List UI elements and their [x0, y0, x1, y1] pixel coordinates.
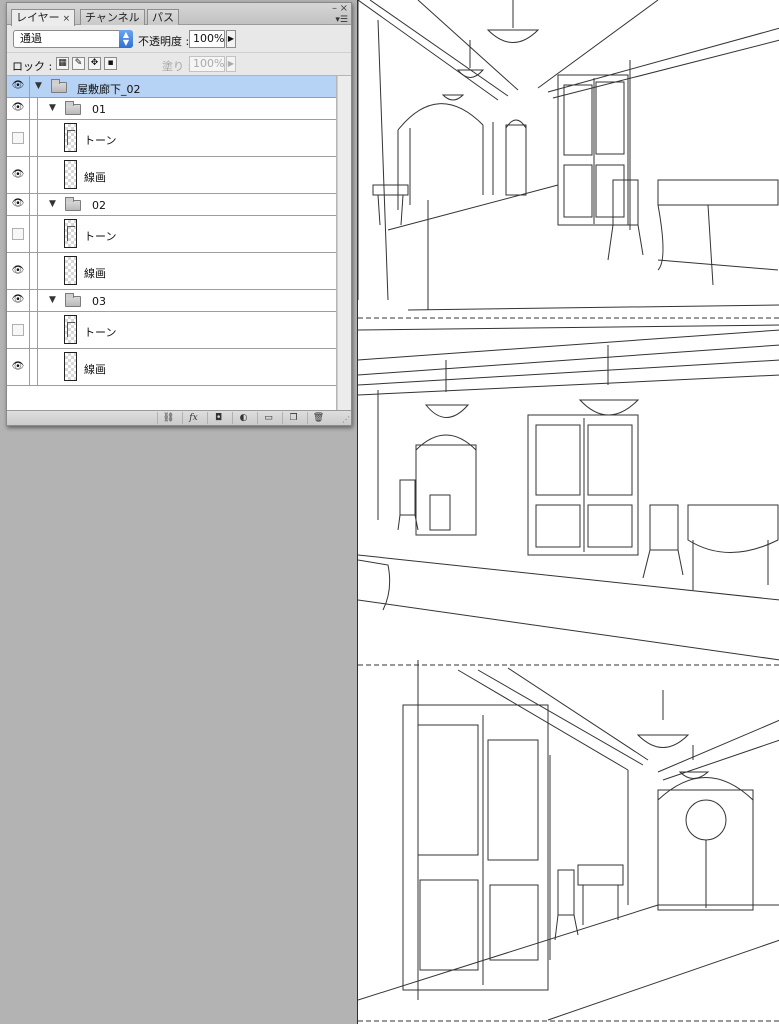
layer-name: 線画: [84, 267, 106, 280]
minimize-icon[interactable]: –: [332, 4, 337, 14]
expand-triangle-icon[interactable]: ▼: [35, 81, 42, 91]
layer-name: 線画: [84, 363, 106, 376]
expand-triangle-icon[interactable]: ▼: [49, 199, 56, 209]
chevron-updown-icon: ▲ ▼: [119, 30, 133, 48]
visibility-cell[interactable]: 👁: [7, 157, 30, 193]
layer-name: 線画: [84, 171, 106, 184]
panel-bottom-toolbar: ⛓ fx ◘ ◐ ▭ ❐ 🗑 ⋰: [7, 410, 351, 425]
visibility-cell[interactable]: 👁: [7, 349, 30, 385]
tab-paths-label: パス: [152, 11, 174, 24]
layer-list: 👁 ▼ 屋敷廊下_02 👁 ▼ 01 トーン 👁 線画 👁 ▼ 02 トーン 👁…: [7, 76, 337, 412]
document-canvas[interactable]: [357, 0, 779, 1024]
visibility-cell[interactable]: [7, 216, 30, 252]
layer-list-scrollbar[interactable]: [337, 76, 351, 412]
panel-menu-icon[interactable]: ▾☰: [335, 15, 348, 25]
fill-slider-arrow-icon[interactable]: ▶: [226, 56, 236, 72]
layer-thumbnail: [64, 352, 77, 381]
blend-mode-value: 通過: [20, 32, 42, 45]
layer-row-tone[interactable]: トーン: [7, 216, 336, 253]
lock-fill-row: ロック : ▦ ✎ ✥ ▪ 塗り : 100% ▶: [7, 53, 351, 76]
folder-icon: [65, 293, 81, 307]
folder-icon: [65, 197, 81, 211]
layer-thumbnail: [64, 256, 77, 285]
layer-name: トーン: [84, 230, 117, 243]
hidden-eye-icon[interactable]: [12, 324, 24, 336]
close-icon[interactable]: ×: [340, 4, 348, 14]
hallway-scene-2: [358, 329, 779, 661]
layer-row-tone[interactable]: トーン: [7, 120, 336, 157]
layer-row-group-03[interactable]: 👁 ▼ 03: [7, 290, 336, 312]
opacity-input[interactable]: 100%: [189, 30, 225, 48]
layer-row-lineart[interactable]: 👁 線画: [7, 349, 336, 386]
opacity-slider-arrow-icon[interactable]: ▶: [226, 30, 236, 48]
visibility-cell[interactable]: 👁: [7, 98, 30, 119]
new-layer-icon[interactable]: ❐: [282, 412, 304, 424]
eye-icon[interactable]: 👁: [11, 102, 25, 114]
folder-icon: [65, 101, 81, 115]
resize-grip-icon[interactable]: ⋰: [342, 415, 350, 424]
eye-icon[interactable]: 👁: [11, 361, 25, 373]
fx-icon[interactable]: fx: [182, 412, 204, 424]
layer-mask-icon[interactable]: ◘: [207, 412, 229, 424]
expand-triangle-icon[interactable]: ▼: [49, 295, 56, 305]
tab-channels[interactable]: チャンネル: [80, 9, 145, 25]
hidden-eye-icon[interactable]: [12, 132, 24, 144]
layer-name: 02: [92, 199, 106, 212]
visibility-cell[interactable]: 👁: [7, 194, 30, 215]
layer-row-tone[interactable]: トーン: [7, 312, 336, 349]
opacity-label: 不透明度 :: [138, 35, 190, 48]
layer-name: 03: [92, 295, 106, 308]
trash-icon[interactable]: 🗑: [307, 412, 329, 424]
lock-brush-icon[interactable]: ✎: [72, 57, 85, 70]
layer-name: 01: [92, 103, 106, 116]
lock-all-icon[interactable]: ▪: [104, 57, 117, 70]
tab-paths[interactable]: パス: [147, 9, 179, 25]
visibility-cell[interactable]: 👁: [7, 290, 30, 311]
fill-label: 塗り :: [162, 60, 192, 73]
adjustment-layer-icon[interactable]: ◐: [232, 412, 254, 424]
layer-thumbnail: [64, 219, 77, 248]
panel-tab-bar: レイヤー × チャンネル パス – × ▾☰: [7, 3, 351, 26]
layer-row-lineart[interactable]: 👁 線画: [7, 253, 336, 290]
lineart-drawing: [358, 0, 779, 1022]
tab-layers-label: レイヤー: [16, 11, 60, 24]
eye-icon[interactable]: 👁: [11, 80, 25, 92]
hallway-scene-1: [358, 0, 779, 311]
layers-panel: レイヤー × チャンネル パス – × ▾☰ 通過 ▲ ▼ 不透明度 : 100% …: [6, 2, 352, 426]
blend-mode-select[interactable]: 通過 ▲ ▼: [13, 30, 133, 48]
tab-layers[interactable]: レイヤー ×: [11, 9, 76, 26]
layer-thumbnail: [64, 123, 77, 152]
eye-icon[interactable]: 👁: [11, 198, 25, 210]
layer-row-group-01[interactable]: 👁 ▼ 01: [7, 98, 336, 120]
lock-move-icon[interactable]: ✥: [88, 57, 101, 70]
layer-row-root-group[interactable]: 👁 ▼ 屋敷廊下_02: [7, 76, 336, 98]
fill-input[interactable]: 100%: [189, 56, 225, 72]
folder-icon: [51, 79, 67, 93]
layer-name: 屋敷廊下_02: [77, 83, 141, 96]
visibility-cell[interactable]: [7, 120, 30, 156]
eye-icon[interactable]: 👁: [11, 265, 25, 277]
layer-thumbnail: [64, 160, 77, 189]
new-group-icon[interactable]: ▭: [257, 412, 279, 424]
visibility-cell[interactable]: [7, 312, 30, 348]
visibility-cell[interactable]: 👁: [7, 76, 30, 97]
lock-transparency-icon[interactable]: ▦: [56, 57, 69, 70]
layer-name: トーン: [84, 134, 117, 147]
lock-label: ロック :: [12, 60, 53, 73]
tab-channels-label: チャンネル: [85, 11, 140, 24]
visibility-cell[interactable]: 👁: [7, 253, 30, 289]
layer-thumbnail: [64, 315, 77, 344]
link-layers-icon[interactable]: ⛓: [157, 412, 179, 424]
close-tab-icon[interactable]: ×: [63, 14, 71, 24]
hallway-scene-3: [358, 660, 779, 1021]
layer-row-lineart[interactable]: 👁 線画: [7, 157, 336, 194]
hidden-eye-icon[interactable]: [12, 228, 24, 240]
layer-row-group-02[interactable]: 👁 ▼ 02: [7, 194, 336, 216]
expand-triangle-icon[interactable]: ▼: [49, 103, 56, 113]
eye-icon[interactable]: 👁: [11, 294, 25, 306]
eye-icon[interactable]: 👁: [11, 169, 25, 181]
indent-guide: [37, 98, 38, 386]
blend-opacity-row: 通過 ▲ ▼ 不透明度 : 100% ▶: [7, 26, 351, 53]
layer-name: トーン: [84, 326, 117, 339]
